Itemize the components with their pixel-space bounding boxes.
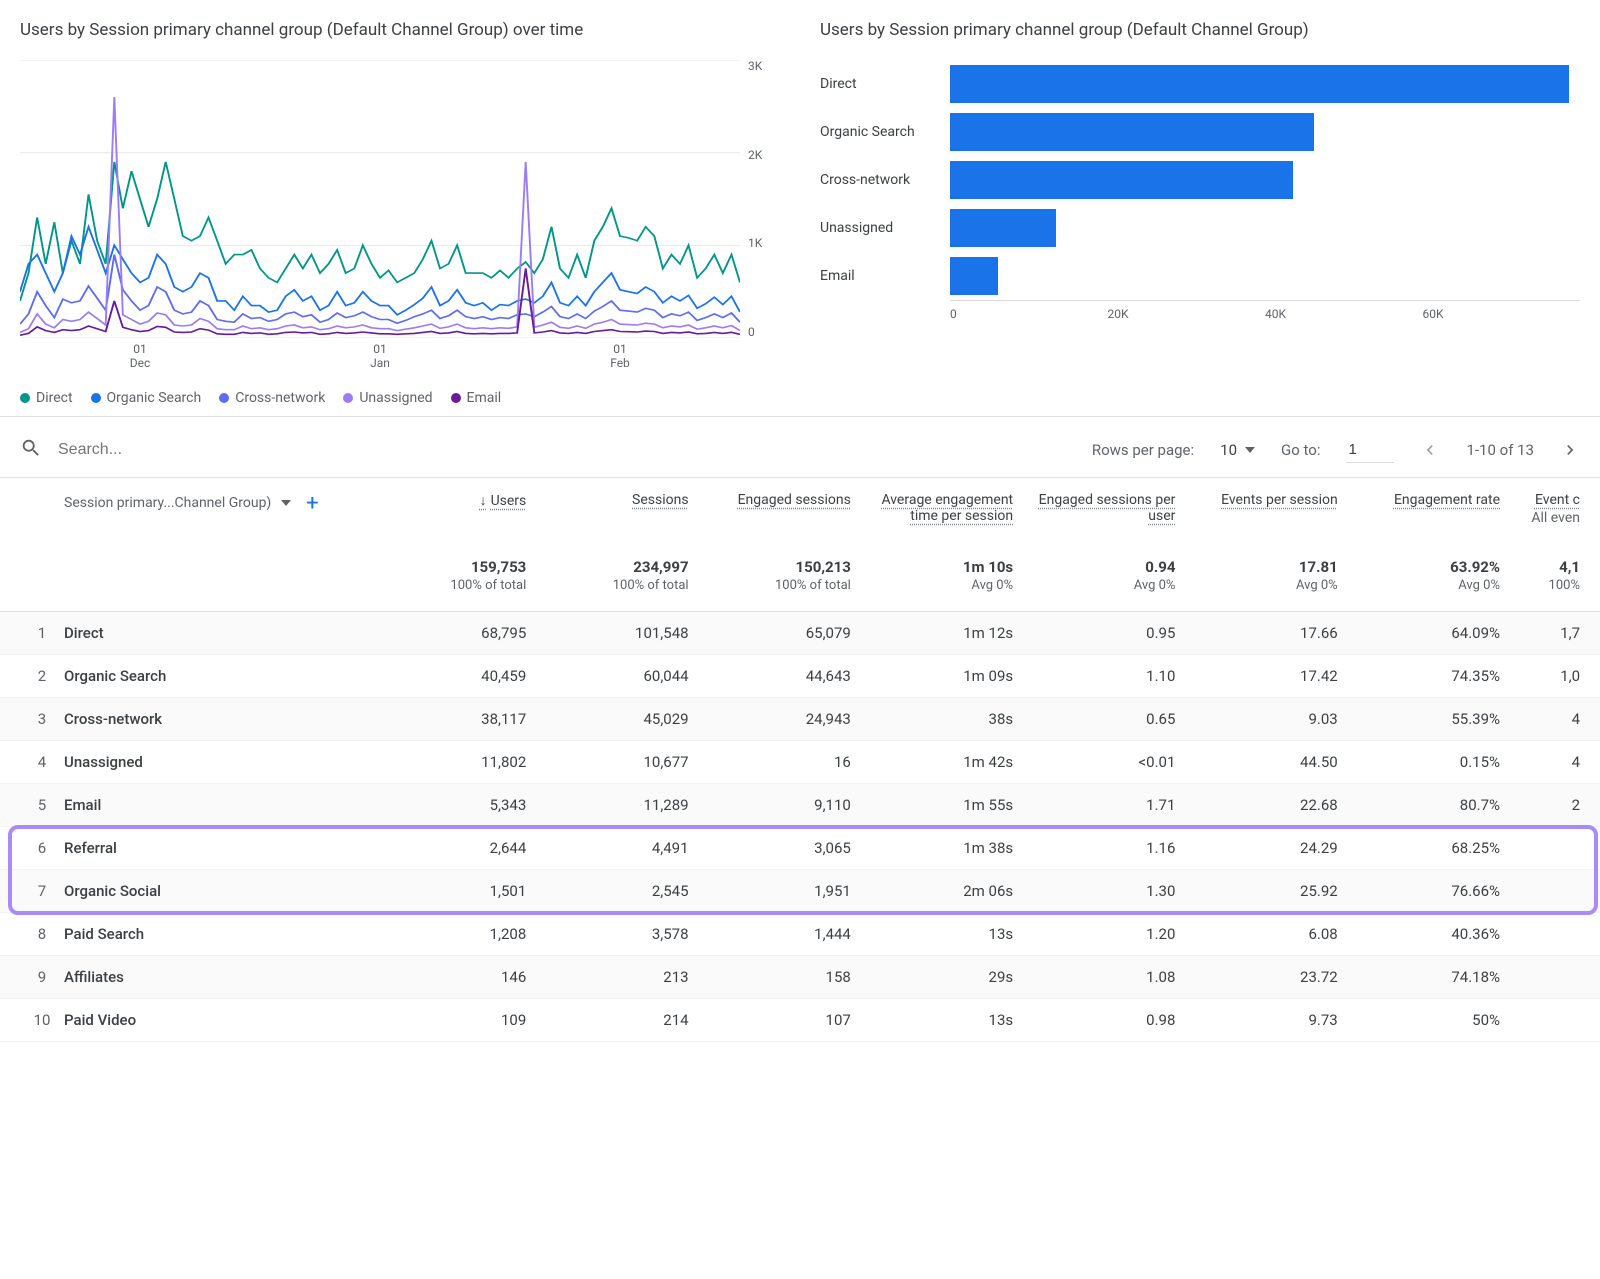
bar-chart-panel: Users by Session primary channel group (… [820, 20, 1580, 406]
table-body: 1Direct68,795101,54865,0791m 12s0.9517.6… [0, 612, 1600, 1042]
table-row[interactable]: 9Affiliates14621315829s1.0823.7274.18% [0, 956, 1600, 999]
table-row[interactable]: 6Referral2,6444,4913,0651m 38s1.1624.296… [0, 827, 1600, 870]
col-engaged-sessions-per-user[interactable]: Engaged sessions per user [1013, 492, 1175, 524]
line-chart-panel: Users by Session primary channel group (… [20, 20, 780, 406]
table-row[interactable]: 2Organic Search40,45960,04444,6431m 09s1… [0, 655, 1600, 698]
goto-input[interactable] [1346, 437, 1394, 463]
table-row[interactable]: 10Paid Video10921410713s0.989.7350% [0, 999, 1600, 1042]
bar-chart[interactable]: DirectOrganic SearchCross-networkUnassig… [820, 60, 1580, 300]
table-header-row: Session primary...Channel Group) + ↓User… [0, 477, 1600, 548]
bar-row[interactable]: Organic Search [820, 108, 1580, 156]
search-box[interactable] [20, 437, 1072, 463]
bar-row[interactable]: Direct [820, 60, 1580, 108]
legend-item[interactable]: Cross-network [219, 390, 325, 406]
col-engaged-sessions[interactable]: Engaged sessions [689, 492, 851, 508]
col-engagement-rate[interactable]: Engagement rate [1338, 492, 1500, 508]
table-row[interactable]: 5Email5,34311,2899,1101m 55s1.7122.6880.… [0, 784, 1600, 827]
bar-row[interactable]: Cross-network [820, 156, 1580, 204]
dropdown-icon [1245, 447, 1255, 453]
line-chart-x-ticks: 01Dec01Jan01Feb [20, 342, 780, 370]
col-sessions[interactable]: Sessions [526, 492, 688, 508]
col-events-per-session[interactable]: Events per session [1175, 492, 1337, 508]
line-chart-title: Users by Session primary channel group (… [20, 20, 780, 40]
table-row[interactable]: 3Cross-network38,11745,02924,94338s0.659… [0, 698, 1600, 741]
search-input[interactable] [56, 440, 356, 460]
bar-chart-x-ticks: 020K40K60K [950, 300, 1580, 321]
table-row[interactable]: 7Organic Social1,5012,5451,9512m 06s1.30… [0, 870, 1600, 913]
col-event-count-partial[interactable]: Event c All even [1500, 492, 1580, 526]
legend-item[interactable]: Email [451, 390, 502, 406]
next-page-icon[interactable] [1560, 440, 1580, 460]
pagination: Rows per page: 10 Go to: 1-10 of 13 [1092, 437, 1580, 463]
table-row[interactable]: 1Direct68,795101,54865,0791m 12s0.9517.6… [0, 612, 1600, 655]
table-row[interactable]: 8Paid Search1,2083,5781,44413s1.206.0840… [0, 913, 1600, 956]
add-dimension-icon[interactable]: + [301, 492, 323, 514]
legend-item[interactable]: Organic Search [91, 390, 202, 406]
line-chart-legend: Direct Organic Search Cross-network Unassig… [20, 390, 780, 406]
bar-row[interactable]: Email [820, 252, 1580, 300]
prev-page-icon[interactable] [1420, 440, 1440, 460]
rows-per-page-label: Rows per page: [1092, 441, 1194, 459]
dimension-header[interactable]: Session primary...Channel Group) + [64, 492, 364, 514]
line-chart-y-ticks: 3K2K1K0 [740, 60, 780, 338]
bar-chart-title: Users by Session primary channel group (… [820, 20, 1580, 40]
col-users[interactable]: ↓Users [364, 492, 526, 509]
col-avg-engagement-time[interactable]: Average engagement time per session [851, 492, 1013, 524]
rows-per-page-select[interactable]: 10 [1220, 441, 1255, 459]
page-range: 1-10 of 13 [1466, 441, 1534, 459]
legend-item[interactable]: Direct [20, 390, 73, 406]
table-totals-row: 159,753100% of total 234,997100% of tota… [0, 548, 1600, 612]
goto-label: Go to: [1281, 441, 1320, 459]
search-icon [20, 437, 42, 463]
bar-row[interactable]: Unassigned [820, 204, 1580, 252]
data-table: Session primary...Channel Group) + ↓User… [0, 477, 1600, 1042]
dropdown-icon [281, 500, 291, 506]
line-chart[interactable] [20, 60, 740, 338]
table-row[interactable]: 4Unassigned11,80210,677161m 42s<0.0144.5… [0, 741, 1600, 784]
legend-item[interactable]: Unassigned [343, 390, 432, 406]
